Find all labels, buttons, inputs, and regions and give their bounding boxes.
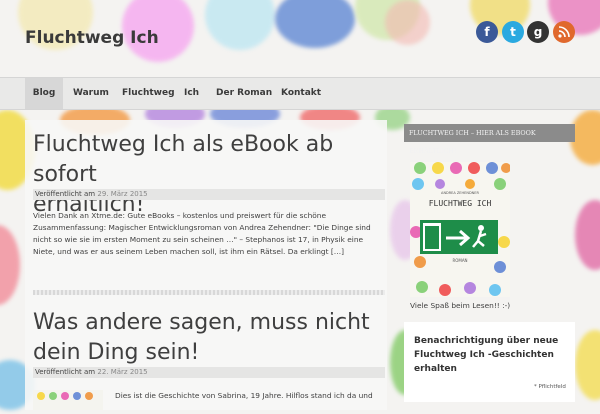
subscribe-title: Benachrichtigung über neue Fluchtweg Ich…	[414, 336, 559, 374]
main-content: Fluchtweg Ich als eBook ab sofort erhält…	[25, 120, 387, 410]
book-cover[interactable]: ANDREA ZEHENDNER FLUCHTWEG ICH ROMAN	[410, 162, 510, 297]
rss-icon[interactable]	[553, 21, 575, 43]
site-title[interactable]: Fluchtweg Ich	[25, 28, 159, 48]
nav-item-der-roman[interactable]: Der Roman	[216, 78, 272, 109]
post-title[interactable]: Was andere sagen, muss nicht dein Ding s…	[33, 308, 370, 368]
google-plus-icon[interactable]: g	[527, 21, 549, 43]
post-date[interactable]: 22. März 2015	[97, 368, 147, 376]
nav-item-blog[interactable]: Blog	[25, 78, 63, 109]
post-title[interactable]: Fluchtweg Ich als eBook ab sofort erhält…	[33, 130, 387, 220]
nav-item-warum[interactable]: Warum	[73, 78, 109, 109]
post-date[interactable]: 29. März 2015	[97, 190, 147, 198]
post-excerpt: Vielen Dank an Xtme.de: Gute eBooks – ko…	[33, 211, 371, 256]
post-title-line2[interactable]: dein Ding sein!	[33, 340, 199, 365]
nav-item-kontakt[interactable]: Kontakt	[281, 78, 321, 109]
post-title-line1[interactable]: Fluchtweg Ich als eBook ab sofort	[33, 132, 333, 187]
meta-label: Veröffentlicht am	[35, 190, 96, 198]
site-header: Fluchtweg Ich f t g	[0, 0, 600, 78]
required-note: * Pflichtfeld	[534, 384, 566, 390]
book-author: ANDREA ZEHENDNER	[441, 191, 479, 195]
book-title: FLUCHTWEG ICH	[429, 199, 492, 208]
subscribe-widget: Benachrichtigung über neue Fluchtweg Ich…	[404, 322, 575, 402]
meta-label: Veröffentlicht am	[35, 368, 96, 376]
nav-item-ich[interactable]: Ich	[184, 78, 199, 109]
post-meta: Veröffentlicht am 22. März 2015	[33, 367, 385, 378]
facebook-icon[interactable]: f	[476, 21, 498, 43]
book-genre: ROMAN	[452, 258, 467, 263]
nav-item-fluchtweg[interactable]: Fluchtweg	[122, 78, 175, 109]
widget-title: FLUCHTWEG ICH – HIER ALS EBOOK ERHÄLTLIC…	[404, 124, 575, 155]
twitter-icon[interactable]: t	[502, 21, 524, 43]
post-thumbnail[interactable]	[33, 390, 103, 410]
post-title-line1[interactable]: Was andere sagen, muss nicht	[33, 310, 370, 335]
sidebar: FLUCHTWEG ICH – HIER ALS EBOOK ERHÄLTLIC…	[404, 124, 575, 402]
book-caption: Viele Spaß beim Lesen!! :-)	[410, 301, 511, 310]
post-separator	[33, 290, 385, 295]
post-meta: Veröffentlicht am 29. März 2015	[33, 189, 385, 200]
main-nav: Blog Warum Fluchtweg Ich Der Roman Konta…	[0, 77, 600, 110]
post-excerpt: Dies ist die Geschichte von Sabrina, 19 …	[115, 391, 373, 400]
